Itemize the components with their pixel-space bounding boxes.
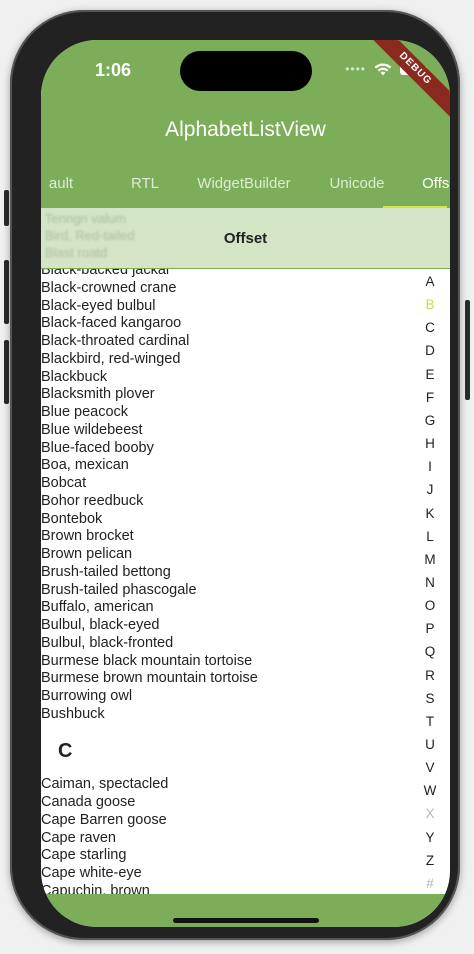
list-item[interactable]: Black-crowned crane	[41, 280, 176, 297]
list-item[interactable]: Brown brocket	[41, 528, 134, 545]
alphabet-letter-j[interactable]: J	[417, 482, 443, 497]
alphabet-letter-o[interactable]: O	[417, 598, 443, 613]
alphabet-letter-x[interactable]: X	[417, 806, 443, 821]
list-item[interactable]: Bushbuck	[41, 706, 105, 723]
alphabet-letter-hash[interactable]: #	[417, 876, 443, 891]
alphabet-letter-a[interactable]: A	[417, 274, 443, 289]
alphabet-letter-y[interactable]: Y	[417, 830, 443, 845]
list-item[interactable]: Brush-tailed phascogale	[41, 582, 197, 599]
list-item[interactable]: Boa, mexican	[41, 457, 129, 474]
alphabet-letter-d[interactable]: D	[417, 343, 443, 358]
alphabet-letter-w[interactable]: W	[417, 783, 443, 798]
alphabet-letter-r[interactable]: R	[417, 668, 443, 683]
alphabet-letter-e[interactable]: E	[417, 367, 443, 382]
list-item[interactable]: Black-throated cardinal	[41, 333, 189, 350]
list-item[interactable]: Black-faced kangaroo	[41, 315, 181, 332]
wifi-icon	[374, 62, 392, 75]
tab-offset[interactable]: Offset	[414, 167, 450, 206]
debug-banner: DEBUG	[362, 40, 450, 122]
status-time: 1:06	[95, 60, 132, 80]
list-item[interactable]: Canada goose	[41, 794, 135, 811]
alphabet-letter-l[interactable]: L	[417, 529, 443, 544]
bottom-bar	[41, 894, 450, 927]
section-header-c: C	[58, 740, 73, 762]
alphabet-letter-b[interactable]: B	[417, 297, 443, 312]
alphabet-letter-k[interactable]: K	[417, 506, 443, 521]
alphabet-letter-v[interactable]: V	[417, 760, 443, 775]
list-item[interactable]: Burrowing owl	[41, 688, 132, 705]
list-item[interactable]: Black-eyed bulbul	[41, 298, 155, 315]
alphabet-letter-z[interactable]: Z	[417, 853, 443, 868]
alphabet-letter-n[interactable]: N	[417, 575, 443, 590]
alphabet-letter-i[interactable]: I	[417, 459, 443, 474]
alphabet-letter-h[interactable]: H	[417, 436, 443, 451]
alphabet-letter-s[interactable]: S	[417, 691, 443, 706]
list-item[interactable]: Capuchin, brown	[41, 883, 150, 894]
list-item[interactable]: Cape starling	[41, 847, 126, 864]
list-item[interactable]: Cape Barren goose	[41, 812, 167, 829]
silent-switch	[4, 190, 9, 226]
list-item[interactable]: Caiman, spectacled	[41, 776, 168, 793]
power-button	[465, 300, 470, 400]
volume-down-button	[4, 340, 9, 404]
tab-widget-builder[interactable]: WidgetBuilder	[189, 167, 299, 206]
alphabet-letter-f[interactable]: F	[417, 390, 443, 405]
list-item[interactable]: Blacksmith plover	[41, 386, 155, 403]
tab-unicode[interactable]: Unicode	[319, 167, 395, 206]
screen: 1:06 •••• DEBUG AlphabetListView ault RT…	[41, 40, 450, 927]
list-item[interactable]: Blue-faced booby	[41, 440, 154, 457]
home-indicator[interactable]	[173, 918, 319, 923]
list-item[interactable]: Bontebok	[41, 511, 102, 528]
list-item[interactable]: Cape white-eye	[41, 865, 142, 882]
tab-default[interactable]: ault	[41, 167, 91, 206]
tab-rtl[interactable]: RTL	[123, 167, 167, 206]
tab-bar: ault RTL WidgetBuilder Unicode Offset	[41, 167, 450, 208]
app-bar: 1:06 •••• DEBUG AlphabetListView ault RT…	[41, 40, 450, 208]
volume-up-button	[4, 260, 9, 324]
page-title: AlphabetListView	[165, 118, 326, 141]
alphabet-letter-t[interactable]: T	[417, 714, 443, 729]
animal-list[interactable]: Black-backed jackal Black-crowned crane …	[41, 269, 421, 894]
sticky-header-title: Offset	[223, 230, 268, 247]
list-item[interactable]: Brown pelican	[41, 546, 132, 563]
list-item[interactable]: Bulbul, black-fronted	[41, 635, 173, 652]
list-item[interactable]: Cape raven	[41, 830, 116, 847]
sticky-header: Tenngn valum Bird, Red-tailed Blast roat…	[41, 208, 450, 269]
alphabet-letter-g[interactable]: G	[417, 413, 443, 428]
list-item[interactable]: Buffalo, american	[41, 599, 154, 616]
dynamic-island	[180, 51, 312, 91]
phone-frame: 1:06 •••• DEBUG AlphabetListView ault RT…	[10, 10, 460, 940]
list-item[interactable]: Bohor reedbuck	[41, 493, 143, 510]
alphabet-letter-q[interactable]: Q	[417, 644, 443, 659]
list-item[interactable]: Brush-tailed bettong	[41, 564, 171, 581]
list-item[interactable]: Bulbul, black-eyed	[41, 617, 160, 634]
alphabet-letter-c[interactable]: C	[417, 320, 443, 335]
list-item[interactable]: Blue wildebeest	[41, 422, 143, 439]
alphabet-letter-u[interactable]: U	[417, 737, 443, 752]
alphabet-letter-p[interactable]: P	[417, 621, 443, 636]
list-item[interactable]: Blackbuck	[41, 369, 107, 386]
list-item[interactable]: Blue peacock	[41, 404, 128, 421]
signal-dots: ••••	[345, 62, 366, 76]
list-item[interactable]: Burmese black mountain tortoise	[41, 653, 252, 670]
list-item[interactable]: Blackbird, red-winged	[41, 351, 180, 368]
list-item[interactable]: Burmese brown mountain tortoise	[41, 670, 258, 687]
alphabet-letter-m[interactable]: M	[417, 552, 443, 567]
list-item[interactable]: Black-backed jackal	[41, 269, 169, 279]
list-item[interactable]: Bobcat	[41, 475, 86, 492]
